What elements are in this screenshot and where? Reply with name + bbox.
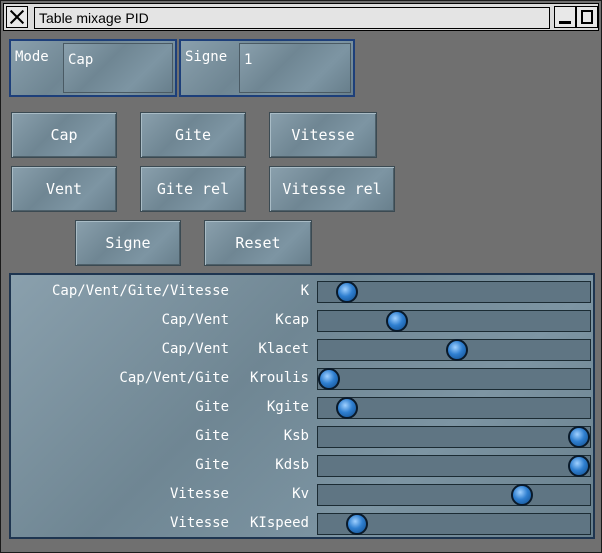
slider-group-label: Cap/Vent: [161, 312, 229, 328]
signe-button[interactable]: Signe: [75, 220, 181, 266]
slider-group-label: Cap/Vent: [161, 341, 229, 357]
pid-sliders-panel: Cap/Vent/Gite/Vitesse K Cap/Vent Kcap Cap/Ve…: [9, 273, 595, 539]
slider-name-label: Kcap: [275, 312, 309, 328]
slider-name-label: Kv: [292, 486, 309, 502]
signe-field[interactable]: 1: [239, 43, 351, 93]
slider-knob[interactable]: [336, 281, 358, 303]
vitesse-button[interactable]: Vitesse: [269, 112, 377, 158]
signe-group: Signe 1: [179, 39, 355, 97]
mode-label: Mode: [15, 49, 49, 65]
slider-track[interactable]: [317, 281, 591, 303]
slider-row: Vitesse KIspeed: [13, 510, 591, 538]
vent-button[interactable]: Vent: [11, 166, 117, 212]
window-title: Table mixage PID: [34, 7, 550, 29]
slider-track[interactable]: [317, 484, 591, 506]
mode-group: Mode Cap: [9, 39, 177, 97]
slider-name-label: Kroulis: [249, 370, 309, 386]
slider-group-label: Gite: [195, 399, 229, 415]
slider-row: Cap/Vent/Gite Kroulis: [13, 365, 591, 393]
slider-group-label: Cap/Vent/Gite/Vitesse: [51, 283, 229, 299]
vitesse-rel-button[interactable]: Vitesse rel: [269, 166, 395, 212]
slider-track[interactable]: [317, 513, 591, 535]
slider-name-label: Kdsb: [275, 457, 309, 473]
slider-name-label: Kgite: [266, 399, 309, 415]
slider-row: Gite Kdsb: [13, 452, 591, 480]
slider-knob[interactable]: [568, 426, 590, 448]
slider-row: Gite Ksb: [13, 423, 591, 451]
slider-group-label: Cap/Vent/Gite: [119, 370, 229, 386]
slider-name-label: Ksb: [283, 428, 309, 444]
cap-button[interactable]: Cap: [11, 112, 117, 158]
slider-track[interactable]: [317, 397, 591, 419]
maximize-icon[interactable]: [576, 6, 598, 28]
slider-row: Cap/Vent Klacet: [13, 336, 591, 364]
slider-knob[interactable]: [336, 397, 358, 419]
slider-knob[interactable]: [511, 484, 533, 506]
window: Table mixage PID Mode Cap Signe 1 Cap Gi…: [0, 0, 602, 553]
gite-button[interactable]: Gite: [140, 112, 246, 158]
slider-knob[interactable]: [568, 455, 590, 477]
slider-knob[interactable]: [318, 368, 340, 390]
signe-label: Signe: [185, 49, 228, 65]
slider-name-label: KIspeed: [249, 515, 309, 531]
slider-knob[interactable]: [346, 513, 368, 535]
slider-track[interactable]: [317, 455, 591, 477]
title-bar: Table mixage PID: [3, 3, 599, 31]
slider-row: Gite Kgite: [13, 394, 591, 422]
slider-group-label: Vitesse: [169, 486, 229, 502]
gite-rel-button[interactable]: Gite rel: [140, 166, 246, 212]
close-icon[interactable]: [6, 6, 28, 28]
slider-track[interactable]: [317, 368, 591, 390]
minimize-icon[interactable]: [554, 6, 576, 28]
slider-row: Vitesse Kv: [13, 481, 591, 509]
slider-knob[interactable]: [446, 339, 468, 361]
slider-knob[interactable]: [386, 310, 408, 332]
reset-button[interactable]: Reset: [204, 220, 312, 266]
slider-name-label: Klacet: [258, 341, 309, 357]
slider-row: Cap/Vent Kcap: [13, 307, 591, 335]
slider-group-label: Vitesse: [169, 515, 229, 531]
slider-group-label: Gite: [195, 457, 229, 473]
mode-field[interactable]: Cap: [63, 43, 173, 93]
slider-track[interactable]: [317, 339, 591, 361]
slider-row: Cap/Vent/Gite/Vitesse K: [13, 278, 591, 306]
slider-track[interactable]: [317, 310, 591, 332]
slider-group-label: Gite: [195, 428, 229, 444]
slider-name-label: K: [300, 283, 309, 299]
slider-track[interactable]: [317, 426, 591, 448]
